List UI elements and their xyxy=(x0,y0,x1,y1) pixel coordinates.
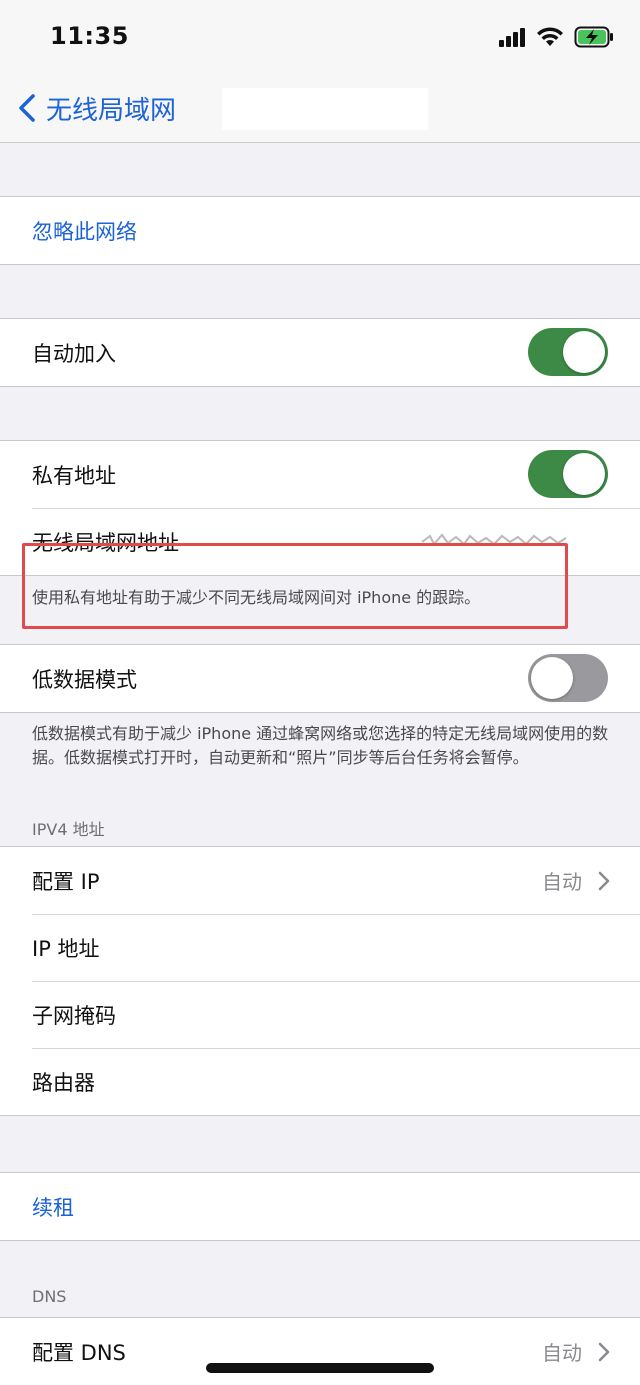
renew-lease-label: 续租 xyxy=(32,1195,74,1220)
status-time: 11:35 xyxy=(50,22,129,50)
auto-join-label: 自动加入 xyxy=(32,341,116,366)
nav-title-area xyxy=(222,88,428,130)
private-address-row: 私有地址 xyxy=(0,441,640,508)
auto-join-row: 自动加入 xyxy=(0,319,640,386)
auto-join-toggle[interactable] xyxy=(528,328,608,376)
configure-dns-value: 自动 xyxy=(542,1341,582,1365)
configure-dns-row[interactable]: 配置 DNS 自动 xyxy=(0,1318,640,1385)
forget-network-button[interactable]: 忽略此网络 xyxy=(0,197,640,264)
navigation-bar: 无线局域网 xyxy=(0,76,640,143)
cellular-signal-icon xyxy=(499,28,525,47)
ip-address-row: IP 地址 xyxy=(0,914,640,981)
back-label: 无线局域网 xyxy=(46,95,177,126)
subnet-mask-row: 子网掩码 xyxy=(0,981,640,1048)
renew-lease-group: 续租 xyxy=(0,1172,640,1241)
chevron-left-icon xyxy=(19,94,35,122)
status-bar: 11:35 xyxy=(0,0,640,76)
private-address-footer: 使用私有地址有助于减少不同无线局域网间对 iPhone 的跟踪。 xyxy=(32,588,481,607)
status-icons xyxy=(498,26,614,48)
configure-ip-label: 配置 IP xyxy=(32,869,100,894)
ipv4-group: 配置 IP 自动 IP 地址 子网掩码 路由器 xyxy=(0,846,640,1116)
router-row: 路由器 xyxy=(0,1048,640,1115)
router-label: 路由器 xyxy=(32,1070,95,1095)
chevron-right-icon xyxy=(598,1318,610,1385)
dns-group: 配置 DNS 自动 xyxy=(0,1317,640,1385)
redacted-address-scribble xyxy=(421,533,567,546)
back-button[interactable]: 无线局域网 xyxy=(18,90,176,126)
wlan-address-row: 无线局域网地址 xyxy=(0,508,640,575)
configure-ip-value: 自动 xyxy=(542,870,582,894)
low-data-row: 低数据模式 xyxy=(0,645,640,712)
toggle-knob xyxy=(563,331,605,373)
wifi-icon xyxy=(537,27,563,46)
forget-network-label: 忽略此网络 xyxy=(32,219,137,244)
low-data-footer: 低数据模式有助于减少 iPhone 通过蜂窝网络或您选择的特定无线局域网使用的数… xyxy=(32,724,609,767)
ipv4-section-header: IPV4 地址 xyxy=(32,820,105,839)
forget-network-group: 忽略此网络 xyxy=(0,196,640,265)
low-data-label: 低数据模式 xyxy=(32,667,137,692)
low-data-group: 低数据模式 xyxy=(0,644,640,713)
renew-lease-button[interactable]: 续租 xyxy=(0,1173,640,1240)
toggle-knob xyxy=(531,657,573,699)
dns-section-header: DNS xyxy=(32,1287,67,1306)
private-address-group: 私有地址 无线局域网地址 xyxy=(0,440,640,576)
wlan-address-label: 无线局域网地址 xyxy=(32,530,179,555)
subnet-mask-label: 子网掩码 xyxy=(32,1003,116,1028)
chevron-right-icon xyxy=(598,847,610,914)
auto-join-group: 自动加入 xyxy=(0,318,640,387)
battery-charging-icon xyxy=(574,26,613,48)
home-indicator[interactable] xyxy=(206,1363,434,1373)
configure-ip-row[interactable]: 配置 IP 自动 xyxy=(0,847,640,914)
private-address-label: 私有地址 xyxy=(32,463,116,488)
ip-address-label: IP 地址 xyxy=(32,936,100,961)
configure-dns-label: 配置 DNS xyxy=(32,1340,126,1365)
private-address-toggle[interactable] xyxy=(528,450,608,498)
toggle-knob xyxy=(563,453,605,495)
low-data-toggle[interactable] xyxy=(528,654,608,702)
